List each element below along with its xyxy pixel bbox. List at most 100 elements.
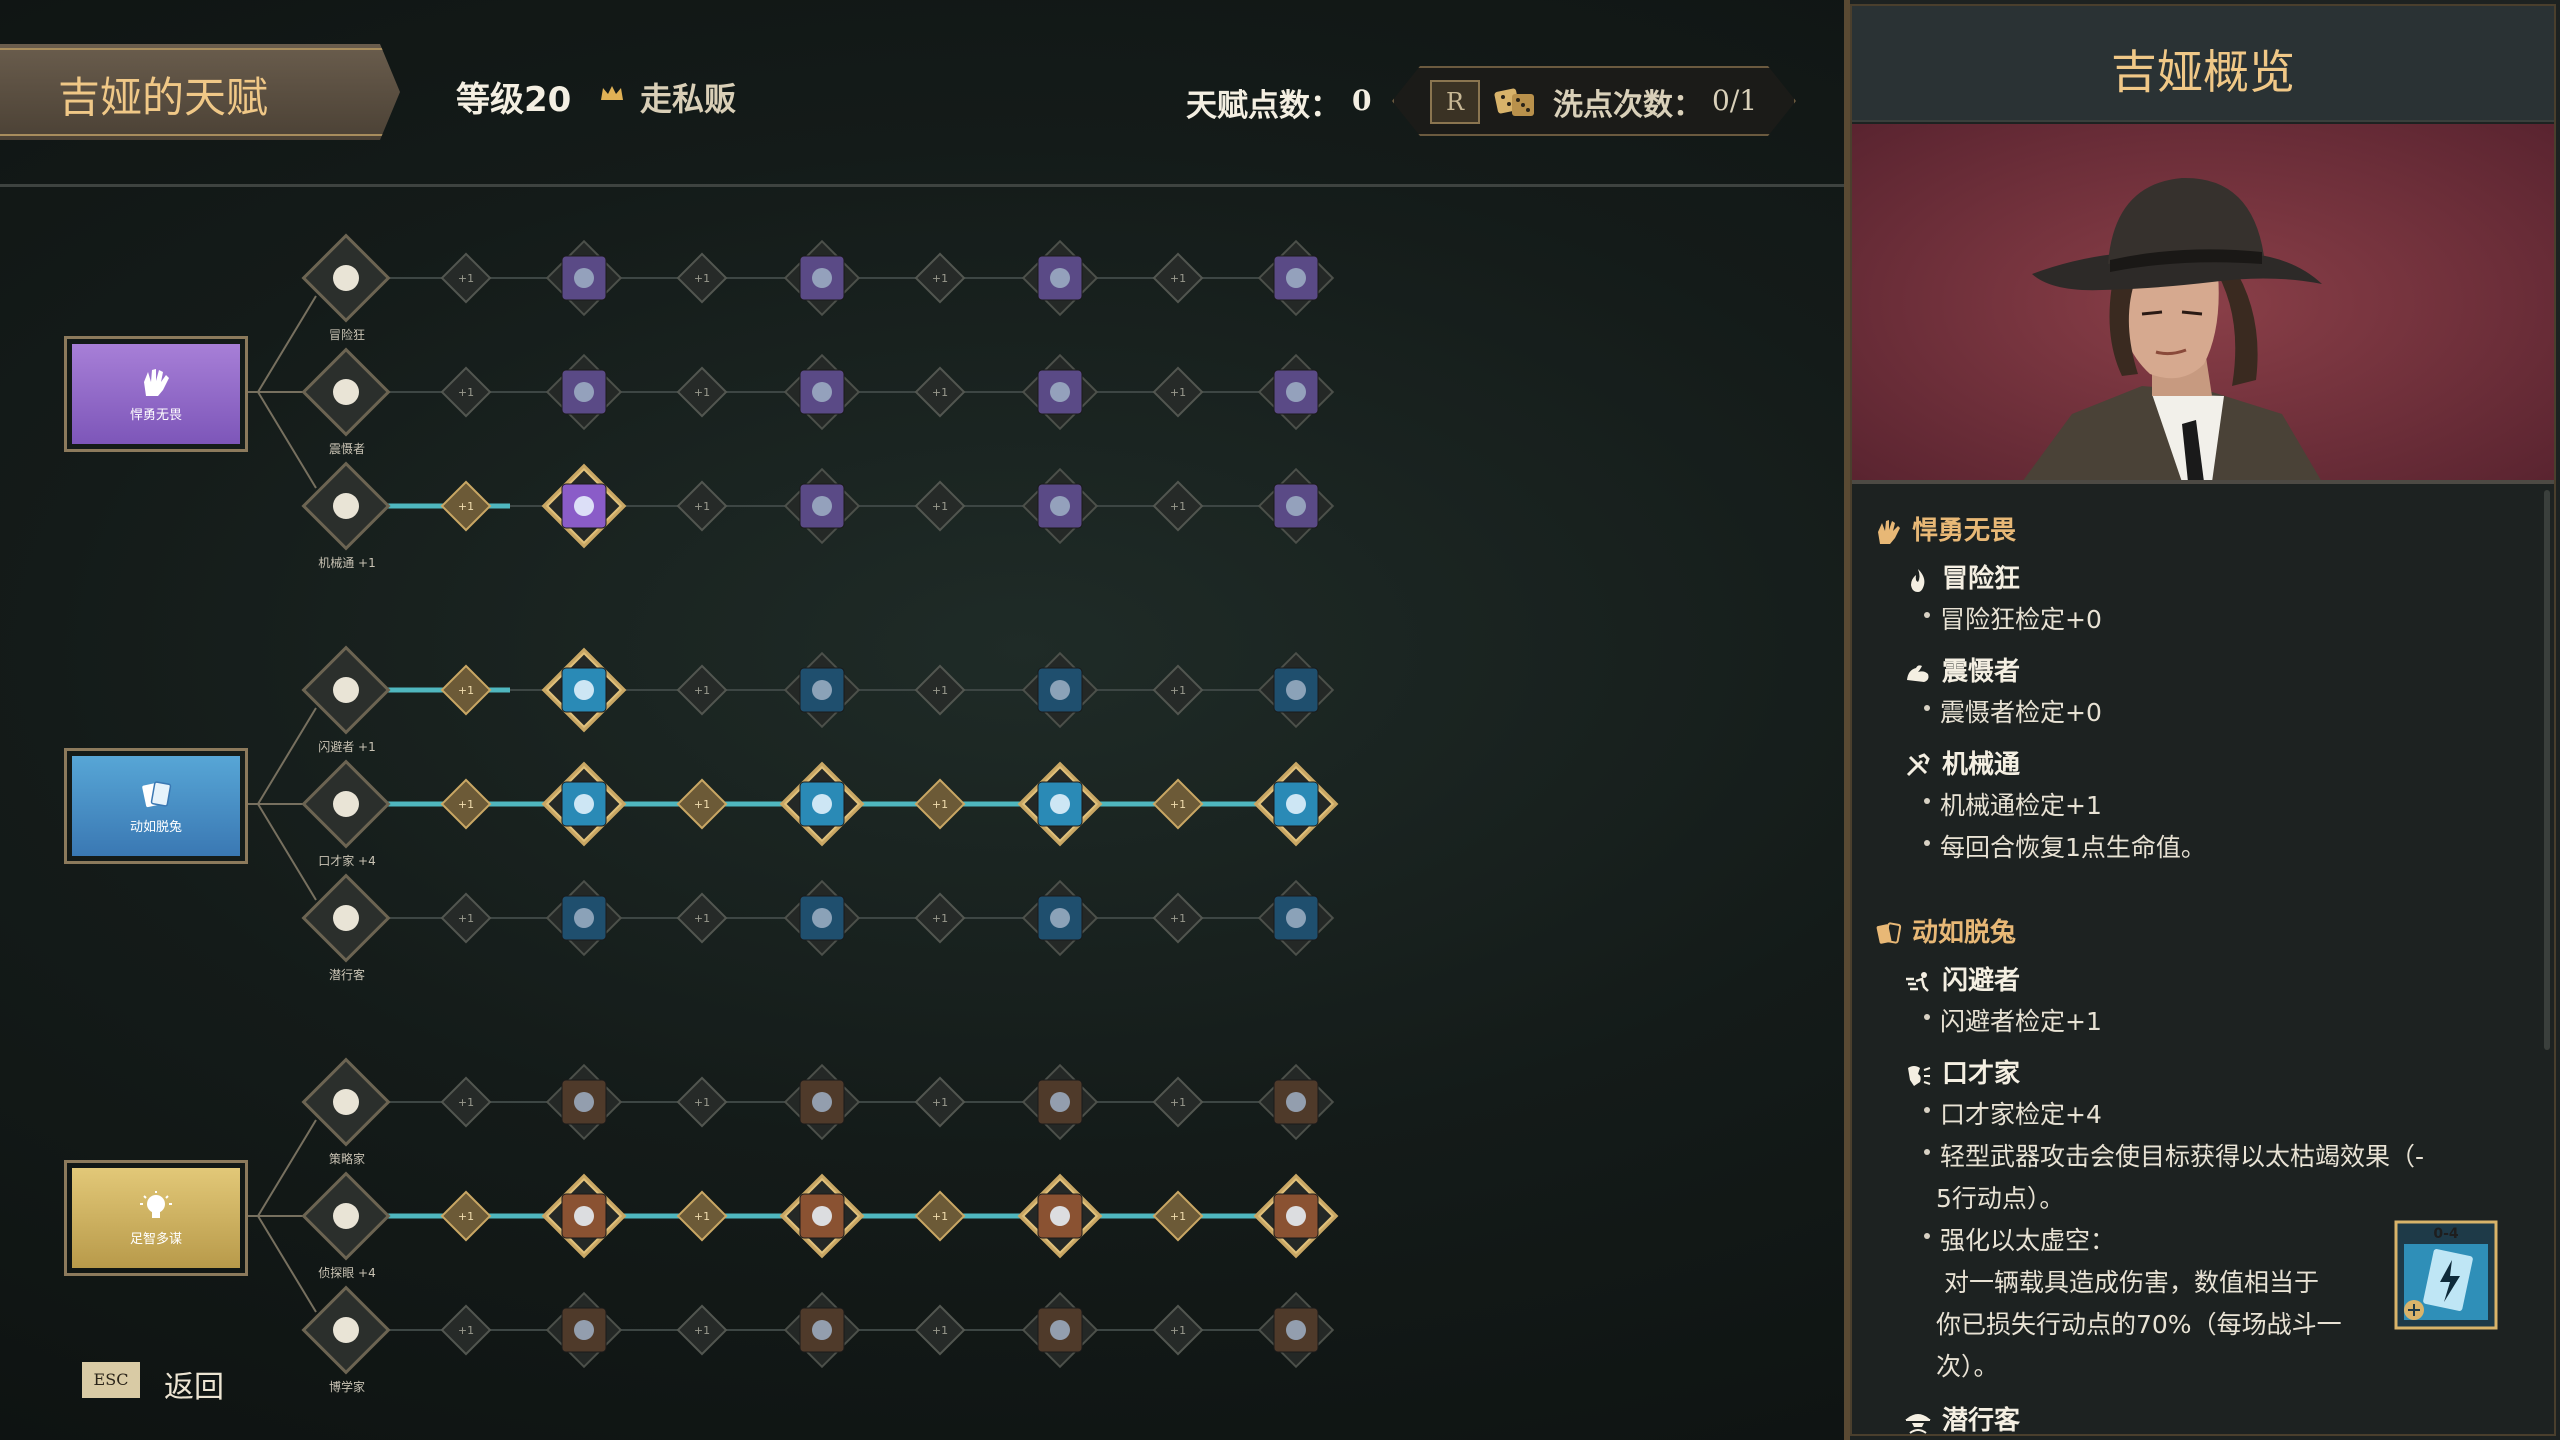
burst-icon [1050,1320,1070,1340]
bug-icon [1286,382,1306,402]
heart-lightning-icon [1050,268,1070,288]
wave-icon [812,908,832,928]
burst-icon [1050,1206,1070,1226]
plus-node-label: +1 [932,386,948,399]
plus-node-label: +1 [458,500,474,513]
heart-plus-icon [574,496,594,516]
spy-icon [333,905,359,931]
detail-scrollbar[interactable] [2544,490,2550,1050]
plus-node-label: +1 [932,1324,948,1337]
skill-label: 冒险狂 [328,328,365,342]
cross-icon [1286,1320,1306,1340]
detail-line-text: 强化以太虚空： [1940,1226,2116,1255]
plus-node-label: +1 [694,1324,710,1337]
detail-line: 口才家检定+4 [1924,1095,2102,1131]
plus-node-label: +1 [932,500,948,513]
cross-icon [812,1320,832,1340]
branch-frame [64,748,248,864]
detail-skill-label: 闪避者 [1942,966,2021,996]
detail-skill-label: 冒险狂 [1942,564,2021,594]
x-card-icon [1286,268,1306,288]
plus-node-label: +1 [694,798,710,811]
plus-node-label: +1 [1170,272,1186,285]
swirl-icon [1286,680,1306,700]
armor-icon [574,680,594,700]
detail-line-cont: 5行动点）。 [1936,1184,2065,1213]
esc-key-hint[interactable]: ESC [82,1362,140,1398]
detail-line: 轻型武器攻击会使目标获得以太枯竭效果（- [1924,1137,2424,1173]
cards-plus-icon [1050,794,1070,814]
detail-skill: 潜行客 [1904,1400,2020,1437]
branch-card-wise[interactable]: 足智多谋 [64,1160,248,1276]
plus-node-label: +1 [458,912,474,925]
tree-connections: +1 +1 +1 +1 +1 +1 +1 +1 +1 +1 +1 +1 +1 +1 +1 +1 +1 +1 +1 +1… [248,233,1339,1375]
plus-node-label: +1 [694,1210,710,1223]
card-plus-icon [574,794,594,814]
plus-node-label: +1 [694,912,710,925]
plus-node-label: +1 [458,798,474,811]
aether-void-card[interactable]: 0-4 [2394,1220,2498,1330]
detail-line-text: 机械通检定+1 [1940,791,2102,820]
detail-skill: 机械通 [1904,744,2020,781]
detail-line-text: 轻型武器攻击会使目标获得以太枯竭效果（- [1940,1142,2425,1171]
bolt-card-icon [812,794,832,814]
plus-node-label: +1 [1170,684,1186,697]
branch-card-brave[interactable]: 悍勇无畏 [64,336,248,452]
skill-label: 潜行客 [328,968,365,982]
skill-label: 侦探眼 +4 [318,1266,376,1280]
burst-icon [574,1206,594,1226]
plus-node-label: +1 [1170,798,1186,811]
branch-card-swift[interactable]: 动如脱兔 [64,748,248,864]
branch-frame [64,1160,248,1276]
flex-arm-icon [1907,664,1929,682]
ring-icon [812,1206,832,1226]
brain-icon [333,1317,359,1343]
detail-skill-label: 口才家 [1942,1059,2021,1089]
dash-icon [1906,971,1929,992]
speech-icon [1908,1065,1931,1086]
detail-line: 机械通检定+1 [1924,786,2102,822]
shield-tag-icon [1050,680,1070,700]
plus-node-label: +1 [932,798,948,811]
orb-icon [1286,1092,1306,1112]
detail-line-cont: 次）。 [1936,1352,1999,1381]
plus-node-label: +1 [932,1210,948,1223]
x-card-icon [812,268,832,288]
bug-icon [812,382,832,402]
plus-node-label: +1 [1170,386,1186,399]
bullet-dot [1924,1107,1930,1113]
plus-node-label: +1 [932,1096,948,1109]
cards-icon [1876,921,1902,944]
plus-node-label: +1 [932,272,948,285]
detail-line-text: 口才家检定+4 [1940,1100,2102,1129]
detail-line-text: 闪避者检定+1 [1940,1007,2102,1036]
skill-label: 机械通 +1 [318,556,376,570]
plus-node-label: +1 [1170,912,1186,925]
plus-node-label: +1 [458,1324,474,1337]
talent-tree: +1 +1 +1 +1 +1 +1 +1 +1 +1 +1 +1 +1 +1 +1 +1 +1 +1 +1 +1 +1… [0,0,1848,1440]
detail-line-text: 每回合恢复1点生命值。 [1940,833,2206,862]
detail-line-text: 震慑者检定+0 [1940,698,2102,727]
plus-node-label: +1 [932,912,948,925]
portrait-divider [1852,480,2554,484]
detail-line-text: 冒险狂检定+0 [1940,605,2102,634]
plus-node-label: +1 [458,1096,474,1109]
plus-node-label: +1 [1170,1324,1186,1337]
detail-line: 闪避者检定+1 [1924,1002,2102,1038]
tools-icon [1906,752,1930,776]
detail-skill: 口才家 [1904,1053,2020,1090]
lightning-card-icon [574,268,594,288]
detail-line: 强化以太虚空： [1924,1221,2115,1257]
speech-icon [333,791,359,817]
plus-node-label: +1 [458,1210,474,1223]
wave-icon [1286,908,1306,928]
swirl-icon [812,680,832,700]
detail-branch-label: 悍勇无畏 [1912,516,2017,546]
bullet-dot [1924,612,1930,618]
plus-node-label: +1 [694,684,710,697]
tools-icon [333,493,359,519]
detail-line: 每回合恢复1点生命值。 [1924,828,2206,864]
detail-line-cont: 你已损失行动点的70%（每场战斗一 [1936,1310,2342,1339]
back-button[interactable]: 返回 [164,1362,224,1406]
plus-node-label: +1 [694,500,710,513]
